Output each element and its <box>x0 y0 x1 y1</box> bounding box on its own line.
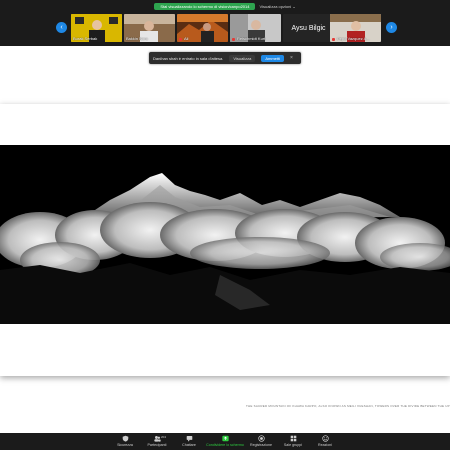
share-screen-label: Condividere lo schermo <box>206 443 244 447</box>
waiting-room-message: Danihan shah è entrato in sala d'attesa. <box>153 55 224 61</box>
mountain-image <box>0 145 450 324</box>
share-status-pill[interactable]: Stai visualizzando lo schermo di vision/… <box>154 2 256 10</box>
participant-name: Bakkin Noro <box>126 36 148 41</box>
breakout-label: Sale gruppi <box>283 443 303 447</box>
presentation-slide: THE SACRED MOUNTAIN OF KHAWA KARPO, ALSO… <box>0 104 450 408</box>
participant-gallery: ‹ Burak Serbak Bakkin Noro Ali Reischmid… <box>0 12 450 44</box>
reactions-button[interactable]: Reazioni <box>309 433 341 450</box>
breakout-rooms-button[interactable]: Sale gruppi <box>277 433 309 450</box>
waiting-room-notification: Danihan shah è entrato in sala d'attesa.… <box>149 52 301 64</box>
shared-screen: THE SACRED MOUNTAIN OF KHAWA KARPO, ALSO… <box>0 46 450 433</box>
participant-name: Pepo Vazquez A... <box>337 36 370 41</box>
chat-button[interactable]: Chattare <box>173 433 205 450</box>
record-icon <box>257 435 265 442</box>
muted-mic-icon <box>232 38 235 41</box>
reaction-icon <box>321 435 329 442</box>
participant-tile[interactable]: Pepo Vazquez A... <box>330 14 381 42</box>
record-button[interactable]: Registrazione <box>245 433 277 450</box>
participant-tile[interactable]: Ali <box>177 14 228 42</box>
record-label: Registrazione <box>250 443 272 447</box>
participant-tile[interactable]: Aysu Bilgic <box>283 14 334 42</box>
participant-name: Ali <box>184 36 189 41</box>
participant-name-placeholder: Aysu Bilgic <box>283 14 334 42</box>
shield-icon <box>122 435 128 442</box>
reactions-label: Reazioni <box>318 443 332 447</box>
security-button[interactable]: Sicurezza <box>109 433 141 450</box>
participants-button[interactable]: 204 Partecipanti <box>141 433 173 450</box>
admit-button[interactable]: Ammetti <box>261 54 284 62</box>
participant-name: Reischmidt Kurt <box>237 36 266 41</box>
share-banner: Stai visualizzando lo schermo di vision/… <box>0 2 450 10</box>
participant-tile[interactable]: Reischmidt Kurt <box>230 14 281 42</box>
view-waiting-room-button[interactable]: Visualizza <box>229 54 256 62</box>
participants-label: Partecipanti <box>147 443 167 447</box>
view-options-button[interactable]: Visualizza opzioni ⌄ <box>259 4 295 9</box>
gallery-prev-button[interactable]: ‹ <box>56 22 67 33</box>
security-label: Sicurezza <box>117 443 133 447</box>
participant-name: Burak Serbak <box>73 36 98 41</box>
close-icon[interactable]: × <box>290 55 293 61</box>
mountain-photo <box>0 145 450 324</box>
participant-count: 204 <box>161 435 167 439</box>
meeting-toolbar: Sicurezza 204 Partecipanti Chattare Cond… <box>0 433 450 450</box>
chat-label: Chattare <box>182 443 196 447</box>
muted-mic-icon <box>179 38 182 41</box>
participants-icon <box>153 436 161 442</box>
slide-caption: THE SACRED MOUNTAIN OF KHAWA KARPO, ALSO… <box>246 404 450 408</box>
muted-mic-icon <box>332 38 335 41</box>
meeting-window: Stai visualizzando lo schermo di vision/… <box>0 0 450 450</box>
breakout-icon <box>290 435 296 442</box>
share-screen-button[interactable]: Condividere lo schermo <box>205 433 245 450</box>
gallery-next-button[interactable]: › <box>386 22 397 33</box>
chat-icon <box>186 436 192 442</box>
participant-tile[interactable]: Burak Serbak <box>71 14 122 42</box>
participant-tile[interactable]: Bakkin Noro <box>124 14 175 42</box>
share-screen-icon <box>221 435 229 442</box>
